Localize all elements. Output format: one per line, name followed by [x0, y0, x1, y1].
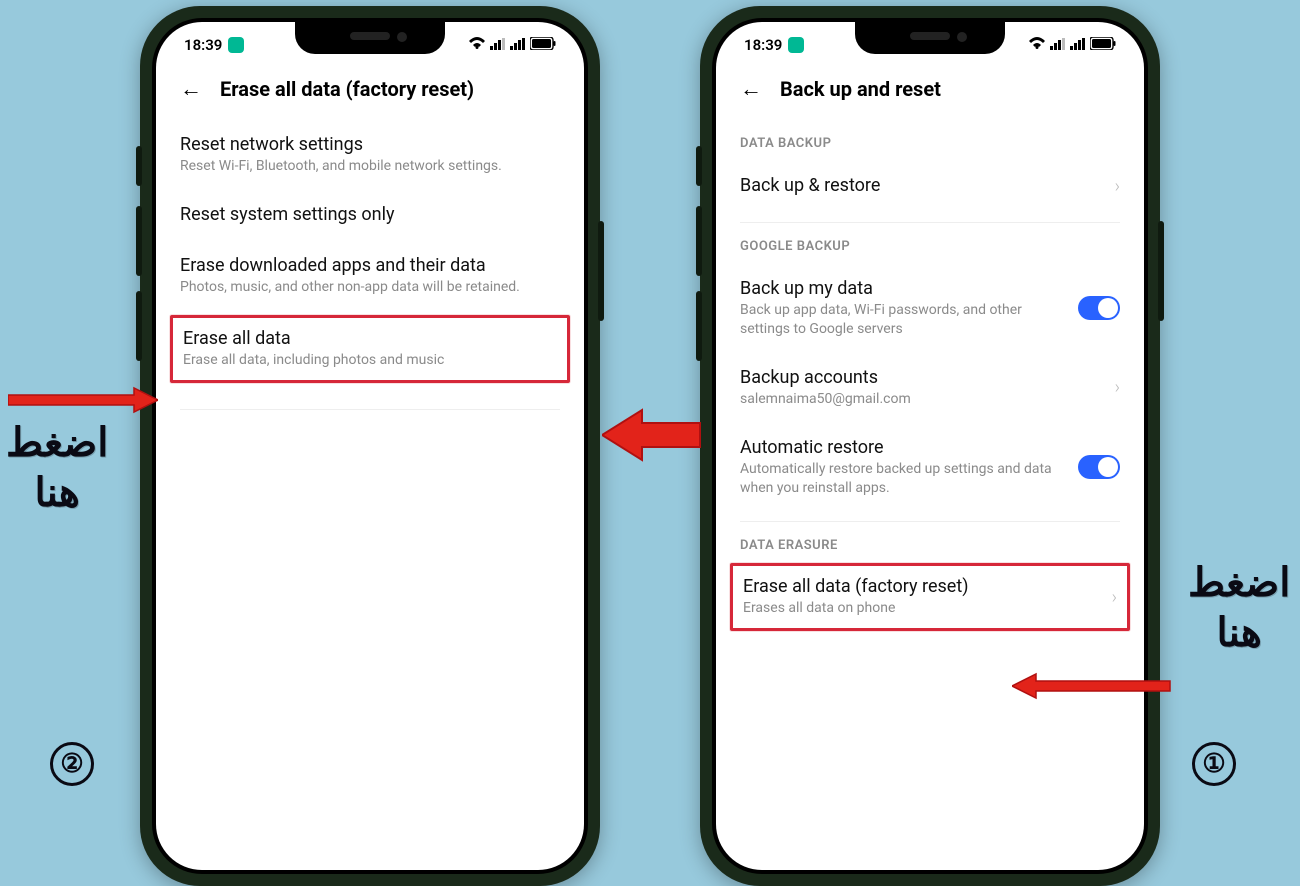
- row-subtitle: Erases all data on phone: [743, 599, 1100, 618]
- row-backup-restore[interactable]: Back up & restore ›: [740, 161, 1120, 212]
- annotation-press-here-right: اضغط هنا: [1188, 558, 1290, 658]
- divider: [740, 521, 1120, 522]
- highlight-erase-all: Erase all data Erase all data, including…: [170, 315, 570, 383]
- annotation-press-here-left: اضغط هنا: [6, 418, 108, 518]
- page-title: Erase all data (factory reset): [220, 77, 474, 101]
- row-title: Erase all data: [183, 328, 557, 349]
- row-automatic-restore[interactable]: Automatic restore Automatically restore …: [740, 423, 1120, 512]
- phone-mockup-left: 18:39 ← Erase all data (factory: [140, 6, 600, 886]
- row-reset-network[interactable]: Reset network settings Reset Wi-Fi, Blue…: [180, 120, 560, 190]
- row-subtitle: Reset Wi-Fi, Bluetooth, and mobile netwo…: [180, 157, 560, 176]
- signal-icon: [490, 36, 506, 54]
- toggle-backup-my-data[interactable]: [1078, 296, 1120, 320]
- row-title: Backup accounts: [740, 367, 1103, 388]
- row-subtitle: Erase all data, including photos and mus…: [183, 351, 557, 370]
- row-title: Erase downloaded apps and their data: [180, 255, 560, 276]
- chevron-right-icon: ›: [1115, 377, 1120, 398]
- row-subtitle: Back up app data, Wi-Fi passwords, and o…: [740, 301, 1066, 339]
- section-data-backup: DATA BACKUP: [740, 136, 1120, 151]
- signal-icon-2: [1070, 36, 1086, 54]
- status-time: 18:39: [744, 36, 782, 54]
- signal-icon: [1050, 36, 1066, 54]
- status-time: 18:39: [184, 36, 222, 54]
- row-title: Back up my data: [740, 278, 1066, 299]
- signal-icon-2: [510, 36, 526, 54]
- row-erase-all-data[interactable]: Erase all data Erase all data, including…: [183, 326, 557, 372]
- wifi-icon: [1028, 36, 1046, 54]
- back-button[interactable]: ←: [740, 76, 762, 102]
- step-badge-2: ②: [50, 742, 94, 786]
- highlight-erase-all: Erase all data (factory reset) Erases al…: [730, 563, 1130, 631]
- row-subtitle: Automatically restore backed up settings…: [740, 460, 1066, 498]
- divider: [180, 409, 560, 410]
- row-erase-downloaded[interactable]: Erase downloaded apps and their data Pho…: [180, 241, 560, 311]
- row-backup-my-data[interactable]: Back up my data Back up app data, Wi-Fi …: [740, 264, 1120, 353]
- toggle-automatic-restore[interactable]: [1078, 455, 1120, 479]
- chevron-right-icon: ›: [1115, 176, 1120, 197]
- battery-icon: [1090, 36, 1116, 54]
- status-app-icon: [788, 37, 804, 53]
- wifi-icon: [468, 36, 486, 54]
- notch: [295, 22, 445, 54]
- back-button[interactable]: ←: [180, 76, 202, 102]
- battery-icon: [530, 36, 556, 54]
- row-title: Automatic restore: [740, 437, 1066, 458]
- arrow-left-icon: [602, 405, 702, 465]
- page-title: Back up and reset: [780, 77, 941, 101]
- row-subtitle: salemnaima50@gmail.com: [740, 390, 1103, 409]
- row-title: Reset system settings only: [180, 204, 560, 225]
- arrow-left-icon: [1012, 672, 1172, 700]
- row-reset-system[interactable]: Reset system settings only: [180, 190, 560, 241]
- phone-mockup-right: 18:39 ← Back up and reset: [700, 6, 1160, 886]
- section-data-erasure: DATA ERASURE: [740, 538, 1120, 553]
- section-google-backup: GOOGLE BACKUP: [740, 239, 1120, 254]
- arrow-right-icon: [8, 386, 158, 414]
- row-erase-all-data[interactable]: Erase all data (factory reset) Erases al…: [743, 574, 1117, 620]
- divider: [740, 222, 1120, 223]
- step-badge-1: ①: [1192, 742, 1236, 786]
- row-title: Erase all data (factory reset): [743, 576, 1100, 597]
- row-backup-accounts[interactable]: Backup accounts salemnaima50@gmail.com ›: [740, 353, 1120, 423]
- status-app-icon: [228, 37, 244, 53]
- chevron-right-icon: ›: [1112, 587, 1117, 608]
- notch: [855, 22, 1005, 54]
- row-title: Back up & restore: [740, 175, 1103, 196]
- row-title: Reset network settings: [180, 134, 560, 155]
- row-subtitle: Photos, music, and other non-app data wi…: [180, 278, 560, 297]
